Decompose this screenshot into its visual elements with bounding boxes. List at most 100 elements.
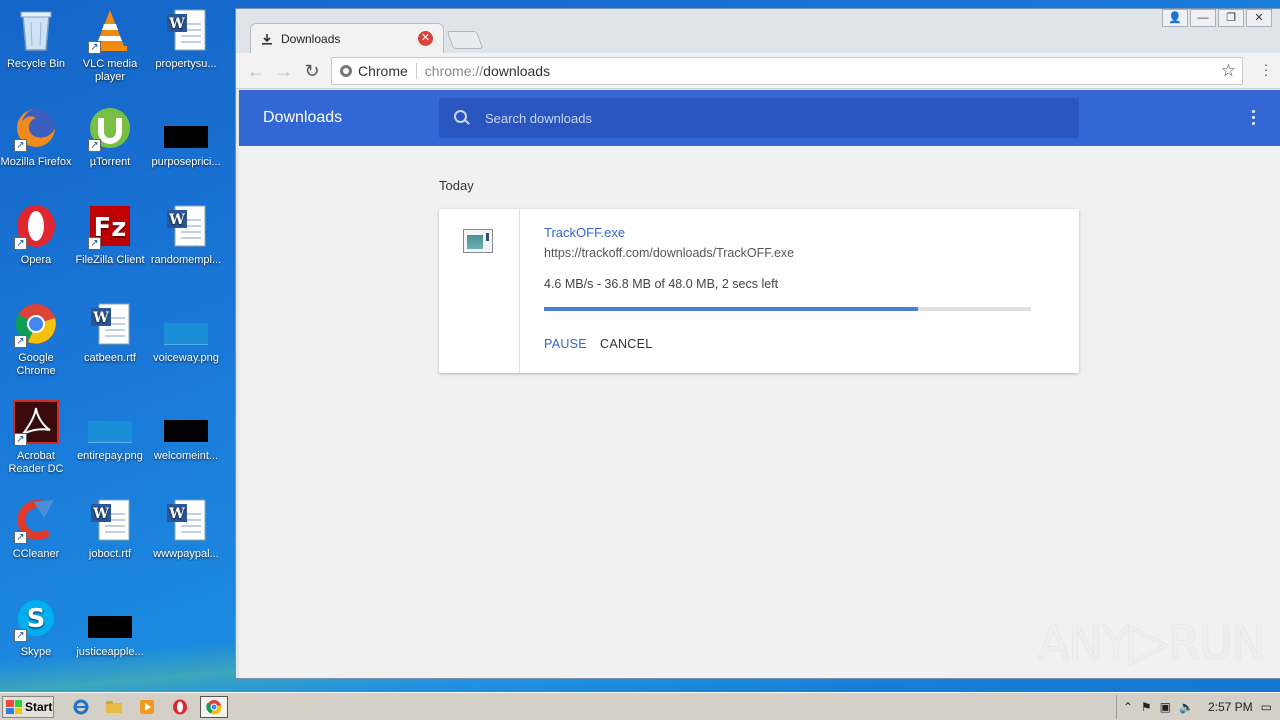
site-chip[interactable]: Chrome [332,63,417,79]
black-thumbnail-icon [162,104,210,152]
black-thumbnail-icon [162,398,210,446]
play-logo-icon: ▷ [1128,612,1169,672]
desktop-icon-ccleaner[interactable]: ↗ CCleaner [0,496,74,561]
firefox-icon: ↗ [12,104,60,152]
shortcut-arrow-icon: ↗ [88,41,101,54]
clock[interactable]: 2:57 PM [1208,700,1253,714]
svg-text:W: W [92,310,109,326]
download-filename-link[interactable]: TrackOFF.exe [544,225,625,240]
back-arrow-icon[interactable]: ← [244,59,268,83]
word-document-icon: W [86,300,134,348]
desktop-icon-propertysu[interactable]: W propertysu... [148,6,224,71]
desktop-icon-skype[interactable]: S ↗ Skype [0,594,74,659]
close-tab-icon[interactable]: ✕ [418,31,433,46]
black-thumbnail-icon [86,594,134,642]
desktop-icon-welcomeint[interactable]: welcomeint... [148,398,224,463]
download-source-url[interactable]: https://trackoff.com/downloads/TrackOFF.… [544,246,794,260]
address-bar[interactable]: Chrome chrome://downloads ☆ [331,57,1243,85]
word-document-icon: W [162,496,210,544]
show-desktop-icon[interactable]: ▭ [1261,700,1272,714]
volume-icon[interactable]: 🔈 [1179,700,1194,714]
more-options-icon[interactable] [1252,110,1256,128]
shortcut-arrow-icon: ↗ [88,237,101,250]
desktop-icon-recycle-bin[interactable]: Recycle Bin [0,6,74,71]
image-file-icon [162,300,210,348]
window-controls: 👤 — ❐ ✕ [1162,9,1272,27]
media-player-icon[interactable] [136,697,158,717]
show-hidden-icons-icon[interactable]: ⌃ [1123,700,1133,714]
recycle-bin-icon [12,6,60,54]
download-progress-bar [544,307,1031,311]
utorrent-icon: ↗ [86,104,134,152]
opera-icon: ↗ [12,202,60,250]
taskbar: Start ⌃ ⚑ ▣ 🔈 2:57 PM ▭ [0,692,1280,720]
desktop-icon-utorrent[interactable]: ↗ µTorrent [72,104,148,169]
desktop: Recycle Bin ↗ Mozilla Firefox ↗ Opera ↗ … [0,0,236,692]
desktop-icon-chrome[interactable]: ↗ Google Chrome [0,300,74,378]
profile-icon[interactable]: 👤 [1162,9,1188,27]
network-icon[interactable]: ▣ [1160,700,1171,714]
search-bar[interactable] [439,98,1079,138]
desktop-icon-catbeen[interactable]: W catbeen.rtf [72,300,148,365]
chrome-window: Downloads ✕ 👤 — ❐ ✕ ← → ↻ Chrome chrome:… [235,8,1280,679]
bookmark-star-icon[interactable]: ☆ [1221,61,1236,81]
chrome-menu-icon[interactable]: · · · [1262,57,1270,81]
desktop-icon-joboct[interactable]: W joboct.rtf [72,496,148,561]
desktop-icon-wwwpaypal[interactable]: W wwwpaypal... [148,496,224,561]
tab-downloads[interactable]: Downloads ✕ [250,23,444,53]
progress-fill [544,307,918,311]
start-button[interactable]: Start [2,696,54,718]
desktop-icon-firefox[interactable]: ↗ Mozilla Firefox [0,104,74,169]
desktop-icon-justiceapple[interactable]: justiceapple... [72,594,148,659]
executable-file-icon [463,229,493,253]
download-item: TrackOFF.exe https://trackoff.com/downlo… [439,209,1079,373]
svg-text:W: W [168,506,185,522]
desktop-icon-purposeprici[interactable]: purposeprici... [148,104,224,169]
minimize-button[interactable]: — [1190,9,1216,27]
word-document-icon: W [162,6,210,54]
download-icon [262,33,272,45]
shortcut-arrow-icon: ↗ [14,237,27,250]
filezilla-icon: Fz ↗ [86,202,134,250]
svg-text:W: W [92,506,109,522]
desktop-icon-acrobat[interactable]: ↗ Acrobat Reader DC [0,398,74,476]
windows-logo-icon [6,700,22,714]
opera-taskbar-icon[interactable] [169,697,191,717]
download-icon-column [439,209,520,373]
maximize-button[interactable]: ❐ [1218,9,1244,27]
chrome-logo-icon [340,65,352,77]
chrome-taskbar-icon[interactable] [200,696,228,718]
downloads-page: Downloads Today TrackOFF.exe https://tra… [239,90,1280,678]
desktop-icon-vlc[interactable]: ↗ VLC media player [72,6,148,84]
close-window-button[interactable]: ✕ [1246,9,1272,27]
desktop-icon-randomempl[interactable]: W randomempl... [148,202,224,267]
anyrun-watermark: ANY▷RUN [1038,612,1266,672]
search-input[interactable] [485,110,1045,126]
reload-icon[interactable]: ↻ [300,59,324,83]
shortcut-arrow-icon: ↗ [14,629,27,642]
page-title: Downloads [263,109,343,126]
action-center-icon[interactable]: ⚑ [1141,700,1152,714]
svg-text:W: W [168,16,185,32]
downloads-header: Downloads [239,90,1280,146]
shortcut-arrow-icon: ↗ [88,139,101,152]
new-tab-button[interactable] [446,31,484,49]
vlc-icon: ↗ [86,6,134,54]
word-document-icon: W [162,202,210,250]
search-icon[interactable] [454,110,470,126]
tab-strip: Downloads ✕ 👤 — ❐ ✕ [236,9,1280,53]
internet-explorer-icon[interactable] [70,697,92,717]
desktop-icon-opera[interactable]: ↗ Opera [0,202,74,267]
shortcut-arrow-icon: ↗ [14,335,27,348]
desktop-icon-filezilla[interactable]: Fz ↗ FileZilla Client [72,202,148,267]
svg-text:W: W [168,212,185,228]
desktop-icon-entirepay[interactable]: entirepay.png [72,398,148,463]
date-heading: Today [439,178,474,193]
image-file-icon [86,398,134,446]
forward-arrow-icon[interactable]: → [272,59,296,83]
pause-button[interactable]: PAUSE [544,337,587,351]
cancel-button[interactable]: CANCEL [600,337,653,351]
file-explorer-icon[interactable] [103,697,125,717]
skype-icon: S ↗ [12,594,60,642]
desktop-icon-voiceway[interactable]: voiceway.png [148,300,224,365]
